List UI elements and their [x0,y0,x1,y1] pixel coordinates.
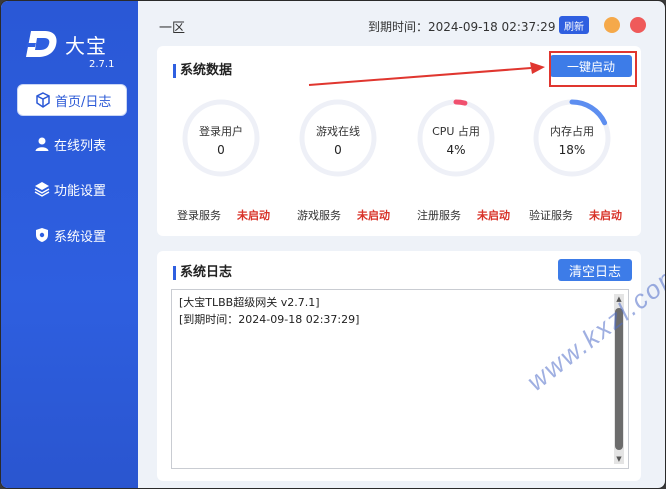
user-icon [33,135,51,153]
annotation-highlight-box [549,51,637,87]
gauge-label: 内存占用 [550,125,594,138]
app-window: 大宝 2.7.1 首页/日志 在线列表 功能设置 系统设置 一区 到期时间：20… [0,0,666,489]
sidebar-item-system-settings[interactable]: 系统设置 [17,219,127,251]
expire-time: 到期时间：2024-09-18 02:37:29 [368,20,556,34]
layers-icon [33,180,51,198]
service-status: 未启动 [357,209,390,222]
service-status: 未启动 [237,209,270,222]
gauge-cpu-usage: CPU 占用 4% [415,97,497,179]
gauge-value: 4% [446,143,466,157]
sidebar-item-label: 在线列表 [54,138,107,154]
logo: 大宝 [25,29,107,59]
service-status: 未启动 [589,209,622,222]
service-name: 验证服务 [529,209,573,222]
sidebar-item-label: 系统设置 [54,229,107,245]
sidebar-item-function-settings[interactable]: 功能设置 [17,173,127,205]
refresh-button[interactable]: 刷新 [559,16,589,34]
panel-title: 系统日志 [173,266,232,280]
gauge-login-users: 登录用户 0 [180,97,262,179]
gauge-memory-usage: 内存占用 18% [531,97,613,179]
sidebar-item-online-list[interactable]: 在线列表 [17,128,127,160]
gauge-value: 0 [334,143,342,157]
shield-gear-icon [33,226,51,244]
app-version: 2.7.1 [89,59,115,70]
gauge-game-online: 游戏在线 0 [297,97,379,179]
service-name: 注册服务 [417,209,461,222]
log-line: [大宝TLBB超级网关 v2.7.1] [179,296,320,309]
service-name: 登录服务 [177,209,221,222]
logo-d-icon [25,29,59,59]
log-line: [到期时间：2024-09-18 02:37:29] [179,313,360,326]
gauge-value: 18% [558,143,586,157]
sidebar-item-home-log[interactable]: 首页/日志 [17,84,127,116]
minimize-button[interactable] [604,17,620,33]
gauge-value: 0 [217,143,225,157]
service-status: 未启动 [477,209,510,222]
service-name: 游戏服务 [297,209,341,222]
scroll-down-icon[interactable]: ▼ [614,454,624,464]
cube-icon [34,91,52,109]
gauge-label: 登录用户 [199,125,243,138]
sidebar: 大宝 2.7.1 首页/日志 在线列表 功能设置 系统设置 [1,1,138,488]
zone-title: 一区 [159,21,186,36]
gauge-label: CPU 占用 [432,125,480,138]
close-button[interactable] [630,17,646,33]
sidebar-item-label: 首页/日志 [55,94,112,110]
clear-log-button[interactable]: 清空日志 [558,259,632,281]
app-name: 大宝 [65,33,107,58]
panel-title: 系统数据 [173,64,232,78]
sidebar-item-label: 功能设置 [54,183,107,199]
gauge-label: 游戏在线 [316,125,360,138]
